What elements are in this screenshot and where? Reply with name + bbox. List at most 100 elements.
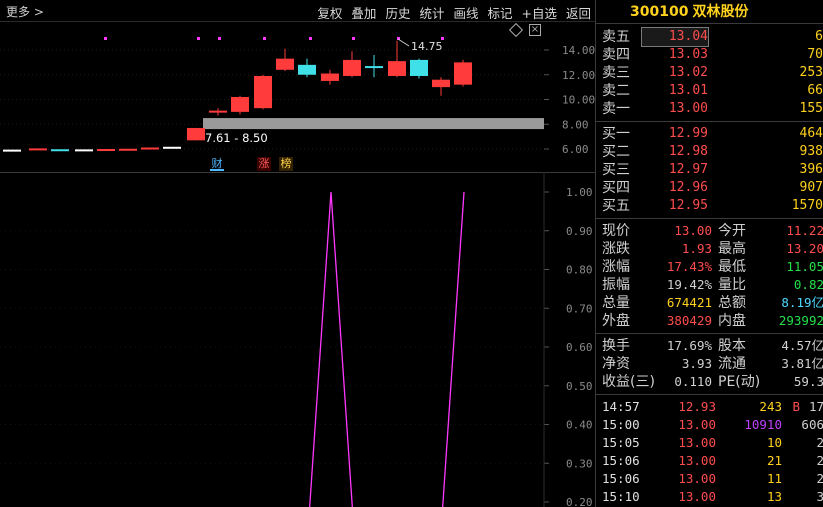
order-price[interactable]: 13.01	[642, 82, 708, 100]
y-axis-label: 12.00	[562, 69, 595, 82]
section-divider	[596, 218, 823, 219]
order-label: 卖四	[602, 47, 630, 63]
tick-count: 2	[800, 452, 823, 470]
order-label: 买五	[602, 198, 630, 214]
candle	[298, 64, 316, 75]
indicator-line	[309, 191, 353, 507]
tick-count: 2	[800, 470, 823, 488]
buy-row-4[interactable]: 买四 12.96 907	[596, 179, 823, 197]
candle	[119, 148, 137, 151]
buy-row-5[interactable]: 买五 12.95 1570	[596, 197, 823, 215]
order-volume: 66	[807, 83, 823, 98]
tick-time: 15:05	[602, 435, 640, 450]
stat-label: 收益(三)	[602, 374, 655, 390]
gap-band	[203, 118, 544, 130]
tick-row[interactable]: 14:57 12.93 243 B 17	[596, 398, 823, 416]
fuquan-button[interactable]: 复权	[317, 3, 342, 22]
more-menu-button[interactable]: 更多 >	[6, 3, 44, 20]
y-axis-label: 0.70	[566, 302, 593, 315]
stat-label: 最低	[718, 259, 746, 275]
candle	[3, 149, 21, 152]
y-axis-label: 8.00	[562, 118, 589, 131]
tick-count: 17	[808, 399, 823, 414]
order-price[interactable]: 12.95	[642, 197, 708, 215]
stat-value: 17.69%	[666, 338, 712, 353]
candle	[321, 73, 339, 81]
stat-value: 293992	[778, 313, 823, 328]
stat-label: 净资	[602, 356, 630, 372]
tick-row[interactable]: 15:06 13.00 21 2	[596, 452, 823, 470]
history-button[interactable]: 历史	[385, 3, 410, 22]
candle	[388, 61, 406, 76]
sell-row-5[interactable]: 卖五 13.04 6	[596, 27, 823, 47]
draw-line-button[interactable]: 画线	[453, 3, 478, 22]
tick-price: 12.93	[678, 399, 716, 414]
candle	[231, 97, 249, 112]
tick-row[interactable]: 15:10 13.00 13 3	[596, 488, 823, 506]
stat-label: PE(动)	[718, 374, 761, 390]
sell-row-2[interactable]: 卖二 13.01 66	[596, 82, 823, 100]
overlay-button[interactable]: 叠加	[351, 3, 376, 22]
stat-label: 涨跌	[602, 241, 630, 257]
buy-row-3[interactable]: 买三 12.97 396	[596, 161, 823, 179]
order-price[interactable]: 12.98	[642, 143, 708, 161]
tick-row[interactable]: 15:05 13.00 10 2	[596, 434, 823, 452]
stat-label: 量比	[718, 277, 746, 293]
tick-row[interactable]: 15:00 13.00 10910 606	[596, 416, 823, 434]
stat-label: 最高	[718, 241, 746, 257]
stat-value: 380429	[666, 313, 712, 328]
stat-value: 3.93	[681, 356, 712, 371]
stat-value: 0.82	[793, 277, 823, 292]
order-price[interactable]: 13.04	[641, 27, 709, 47]
tick-row[interactable]: 15:06 13.00 11 2	[596, 470, 823, 488]
order-label: 卖一	[602, 101, 630, 117]
tick-price: 13.00	[678, 453, 716, 468]
buy-book: 买一 12.99 464 买二 12.98 938 买三 12.97 396 买…	[596, 125, 823, 215]
candle	[276, 58, 294, 70]
chart-area[interactable]: 更多 > 复权 叠加 历史 统计 画线 标记 +自选 返回 × 14.00 12.…	[0, 0, 595, 507]
mark-button[interactable]: 标记	[487, 3, 512, 22]
sell-row-1[interactable]: 卖一 13.00 155	[596, 100, 823, 118]
order-volume: 253	[799, 65, 823, 80]
order-price[interactable]: 12.99	[642, 125, 708, 143]
stat-label: 外盘	[602, 313, 630, 329]
candle	[454, 62, 472, 85]
add-watchlist-button[interactable]: +自选	[522, 3, 557, 22]
limit-up-tag-icon[interactable]: 涨	[257, 157, 271, 171]
candle	[29, 148, 47, 151]
candle	[432, 79, 450, 88]
stat-value: 1.93	[681, 241, 712, 256]
tick-time: 15:06	[602, 471, 640, 486]
tick-time: 15:00	[602, 417, 640, 432]
order-volume: 464	[799, 126, 823, 141]
order-price[interactable]: 13.00	[642, 100, 708, 118]
finance-tag-icon[interactable]: 财	[210, 157, 224, 171]
stat-value: 674421	[666, 295, 712, 310]
order-price[interactable]: 12.96	[642, 179, 708, 197]
order-price[interactable]: 12.97	[642, 161, 708, 179]
indicator-line	[442, 191, 465, 507]
tick-price: 13.00	[678, 417, 716, 432]
tick-time: 14:57	[602, 399, 640, 414]
order-volume: 907	[799, 180, 823, 195]
stock-header: 300100 双林股份	[596, 0, 823, 24]
buy-row-2[interactable]: 买二 12.98 938	[596, 143, 823, 161]
kline-chart[interactable]: 14.00 12.00 10.00 8.00 6.00	[0, 22, 595, 172]
order-price[interactable]: 13.02	[642, 64, 708, 82]
sell-row-4[interactable]: 卖四 13.03 70	[596, 46, 823, 64]
indicator-chart[interactable]: 1.00 0.90 0.80 0.70 0.60 0.50 0.40 0.30 0.20	[0, 172, 595, 507]
ranking-tag-icon[interactable]: 榜	[279, 157, 293, 171]
order-label: 卖三	[602, 65, 630, 81]
order-price[interactable]: 13.03	[642, 46, 708, 64]
stat-value: 13.20	[786, 241, 823, 256]
order-label: 买一	[602, 126, 630, 142]
buy-row-1[interactable]: 买一 12.99 464	[596, 125, 823, 143]
quote-stats: 现价 13.00 今开 11.22 涨跌 1.93 最高 13.20 涨幅 17.43% 最低 11.…	[596, 222, 823, 330]
stock-code: 300100	[630, 4, 689, 20]
stat-value: 11.05	[786, 259, 823, 274]
back-button[interactable]: 返回	[566, 3, 591, 22]
tick-volume: 21	[766, 453, 782, 468]
tick-list[interactable]: 14:57 12.93 243 B 17 15:00 13.00 10910 606 15:05 1…	[596, 398, 823, 506]
statistics-button[interactable]: 统计	[419, 3, 444, 22]
sell-row-3[interactable]: 卖三 13.02 253	[596, 64, 823, 82]
